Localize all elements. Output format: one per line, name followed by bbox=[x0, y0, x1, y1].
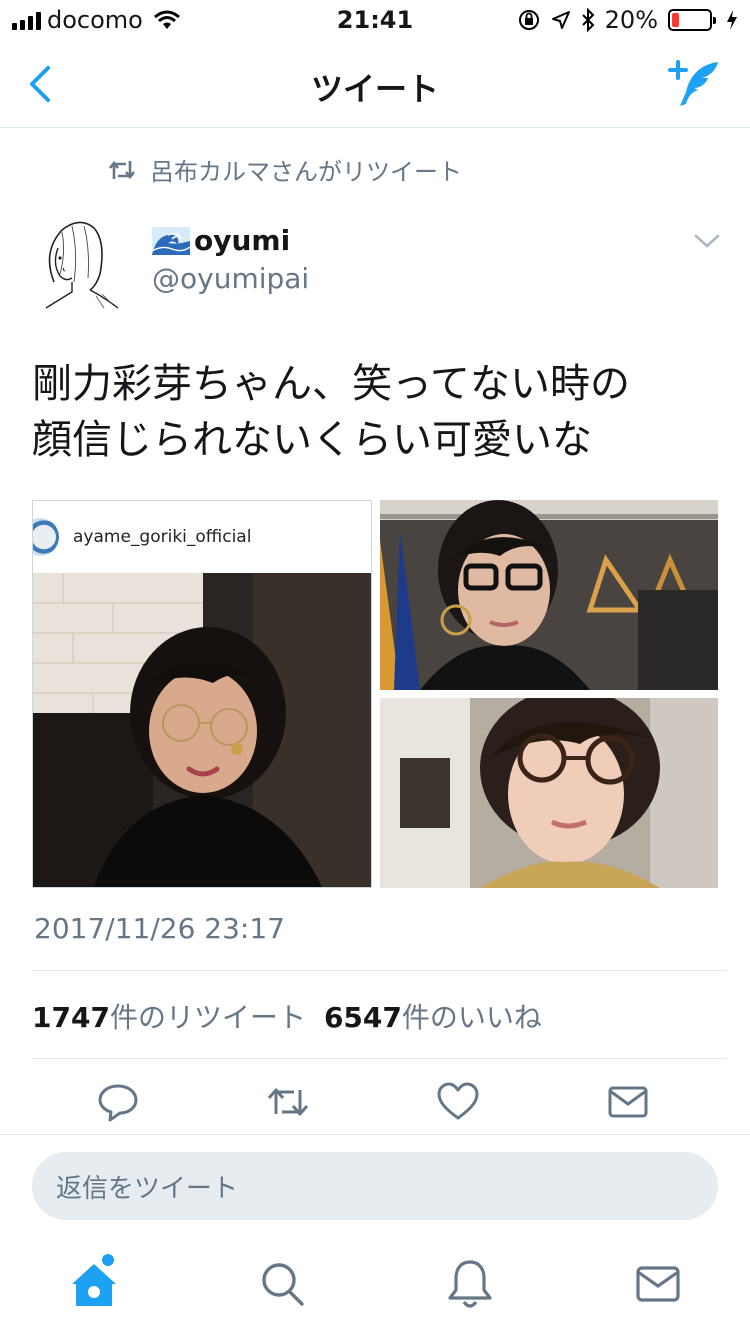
retweet-context[interactable]: 呂布カルマさんがリツイート bbox=[108, 152, 462, 187]
tab-bar bbox=[0, 1240, 750, 1334]
divider bbox=[32, 1058, 726, 1059]
tweet-actions bbox=[0, 1078, 750, 1134]
bluetooth-icon bbox=[581, 8, 595, 32]
share-icon[interactable] bbox=[604, 1078, 652, 1126]
orientation-lock-icon bbox=[518, 10, 539, 30]
divider bbox=[32, 970, 726, 971]
instagram-avatar bbox=[33, 518, 59, 556]
reply-placeholder: 返信をツイート bbox=[56, 1173, 239, 1204]
tweet-timestamp: 2017/11/26 23:17 bbox=[34, 912, 285, 945]
notifications-icon[interactable] bbox=[444, 1256, 496, 1312]
page-title: ツイート bbox=[310, 70, 439, 108]
chevron-down-icon[interactable] bbox=[694, 232, 720, 250]
author-name[interactable]: oyumi bbox=[152, 224, 290, 257]
charging-icon bbox=[727, 10, 737, 30]
retweets-label: 件のリツイート bbox=[109, 1001, 306, 1034]
nav-bar: ツイート bbox=[0, 40, 750, 128]
retweets-stat[interactable]: 1747件のリツイート bbox=[32, 996, 306, 1036]
battery-icon bbox=[668, 9, 716, 31]
tweet-stats: 1747件のリツイート 6547件のいいね bbox=[32, 996, 542, 1036]
messages-icon[interactable] bbox=[632, 1256, 684, 1312]
tweet-text: 剛力彩芽ちゃん、笑ってない時の 顔信じられないくらい可愛いな bbox=[32, 356, 722, 468]
instagram-header: ayame_goriki_official bbox=[33, 501, 371, 573]
media-photo-top-right[interactable] bbox=[380, 500, 718, 690]
compose-tweet-icon[interactable] bbox=[666, 58, 722, 110]
reply-input[interactable]: 返信をツイート bbox=[32, 1152, 718, 1220]
instagram-username: ayame_goriki_official bbox=[73, 527, 252, 547]
media-photo-bottom-right[interactable] bbox=[380, 698, 718, 888]
likes-stat[interactable]: 6547件のいいね bbox=[324, 996, 542, 1036]
carrier-name: docomo bbox=[47, 6, 143, 34]
divider bbox=[0, 1134, 750, 1135]
battery-percent: 20% bbox=[604, 6, 658, 34]
author-handle[interactable]: @oyumipai bbox=[152, 262, 309, 295]
author-display-name: oyumi bbox=[194, 224, 291, 257]
home-icon[interactable] bbox=[68, 1256, 120, 1312]
chevron-left-icon[interactable] bbox=[22, 62, 62, 106]
tweet-media: ayame_goriki_official bbox=[32, 500, 718, 888]
tweet-text-line-2: 顔信じられないくらい可愛いな bbox=[32, 417, 592, 463]
avatar[interactable] bbox=[32, 212, 124, 312]
status-right: 20% bbox=[517, 6, 738, 34]
portrait-photo bbox=[33, 573, 371, 887]
wave-icon bbox=[152, 226, 190, 255]
retweet-context-text: 呂布カルマさんがリツイート bbox=[150, 158, 462, 186]
battery-fill bbox=[672, 13, 680, 27]
home-unread-dot bbox=[102, 1254, 114, 1266]
wifi-icon bbox=[153, 10, 180, 29]
retweet-icon[interactable] bbox=[264, 1078, 312, 1126]
search-icon[interactable] bbox=[256, 1256, 308, 1312]
likes-count: 6547 bbox=[323, 1001, 402, 1034]
likes-label: 件のいいね bbox=[401, 1001, 542, 1034]
retweet-icon bbox=[108, 160, 136, 179]
retweets-count: 1747 bbox=[32, 1001, 110, 1034]
reply-icon[interactable] bbox=[94, 1078, 142, 1126]
status-bar: docomo 21:41 20% bbox=[0, 0, 750, 40]
status-left: docomo bbox=[12, 6, 181, 34]
location-icon bbox=[551, 11, 570, 29]
tweet-text-line-1: 剛力彩芽ちゃん、笑ってない時の bbox=[32, 361, 630, 407]
signal-bars-icon bbox=[12, 10, 41, 30]
media-photo-left[interactable]: ayame_goriki_official bbox=[32, 500, 372, 888]
like-icon[interactable] bbox=[434, 1078, 482, 1126]
